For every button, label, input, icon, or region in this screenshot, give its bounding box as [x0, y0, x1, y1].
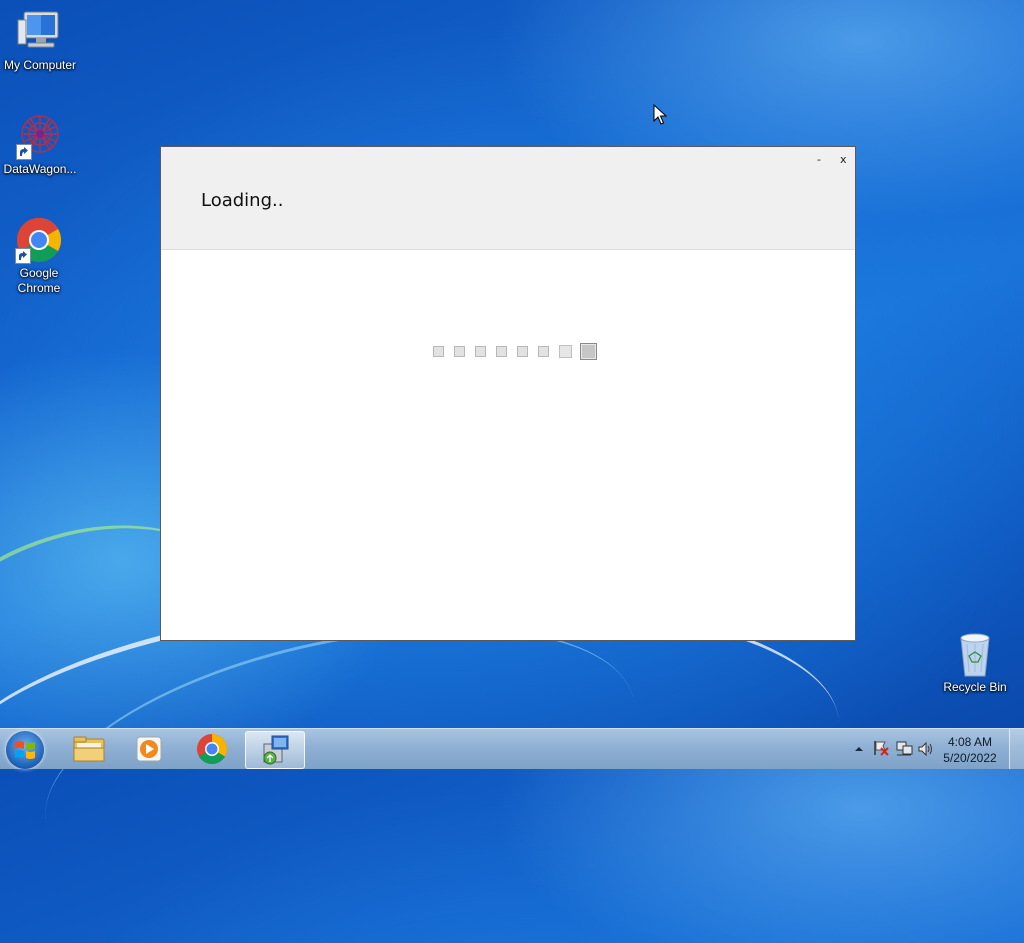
start-button[interactable] — [6, 731, 44, 769]
network-icon[interactable] — [895, 740, 913, 763]
clock-date: 5/20/2022 — [943, 751, 997, 765]
windows-logo-icon — [15, 741, 35, 759]
shortcut-arrow-icon — [15, 248, 31, 264]
dialog-header: Loading.. - x — [161, 147, 855, 250]
progress-dot — [559, 345, 572, 358]
mouse-cursor-icon — [653, 103, 668, 131]
show-desktop-button[interactable] — [1009, 729, 1024, 769]
progress-dot — [538, 346, 549, 357]
file-explorer-icon — [73, 736, 105, 762]
desktop-icon-label: My Computer — [3, 58, 77, 72]
installer-icon — [263, 735, 289, 765]
show-hidden-icons-icon[interactable] — [854, 741, 864, 759]
desktop-icon-label: Google Chrome — [17, 266, 61, 295]
computer-icon — [16, 8, 64, 56]
chrome-icon — [15, 216, 63, 264]
taskbar-chrome[interactable] — [184, 731, 240, 767]
volume-icon[interactable] — [917, 740, 935, 763]
progress-dot — [454, 346, 465, 357]
taskbar: 4:08 AM 5/20/2022 — [0, 728, 1024, 769]
progress-dot — [433, 346, 444, 357]
taskbar-media-player[interactable] — [121, 731, 177, 767]
desktop-icon-label: Recycle Bin — [943, 680, 1007, 694]
taskbar-installer[interactable] — [245, 731, 305, 769]
progress-dot — [475, 346, 486, 357]
progress-dot — [496, 346, 507, 357]
media-player-icon — [136, 736, 162, 762]
datawagon-icon — [16, 112, 64, 160]
close-button[interactable]: x — [840, 153, 847, 166]
chrome-icon — [197, 734, 228, 765]
taskbar-clock[interactable]: 4:08 AM 5/20/2022 — [934, 734, 1006, 766]
desktop-icon-datawagon[interactable]: DataWagon... — [0, 112, 80, 177]
loading-dialog: Loading.. - x — [160, 146, 856, 641]
taskbar-file-explorer[interactable] — [61, 731, 117, 767]
desktop-icon-my-computer[interactable]: My Computer — [0, 8, 80, 73]
dialog-title: Loading.. — [201, 190, 284, 211]
desktop-icon-google-chrome[interactable]: Google Chrome — [0, 216, 79, 296]
recycle-bin-icon — [951, 630, 999, 678]
desktop-icon-label: DataWagon... — [3, 162, 77, 176]
loading-indicator — [433, 343, 597, 360]
action-center-flag-icon[interactable] — [872, 739, 890, 762]
progress-dot-active — [580, 343, 597, 360]
clock-time: 4:08 AM — [947, 735, 993, 749]
desktop-icon-recycle-bin[interactable]: Recycle Bin — [935, 630, 1015, 695]
minimize-button[interactable]: - — [817, 153, 821, 166]
system-tray: 4:08 AM 5/20/2022 — [834, 729, 1024, 769]
shortcut-arrow-icon — [16, 144, 32, 160]
progress-dot — [517, 346, 528, 357]
